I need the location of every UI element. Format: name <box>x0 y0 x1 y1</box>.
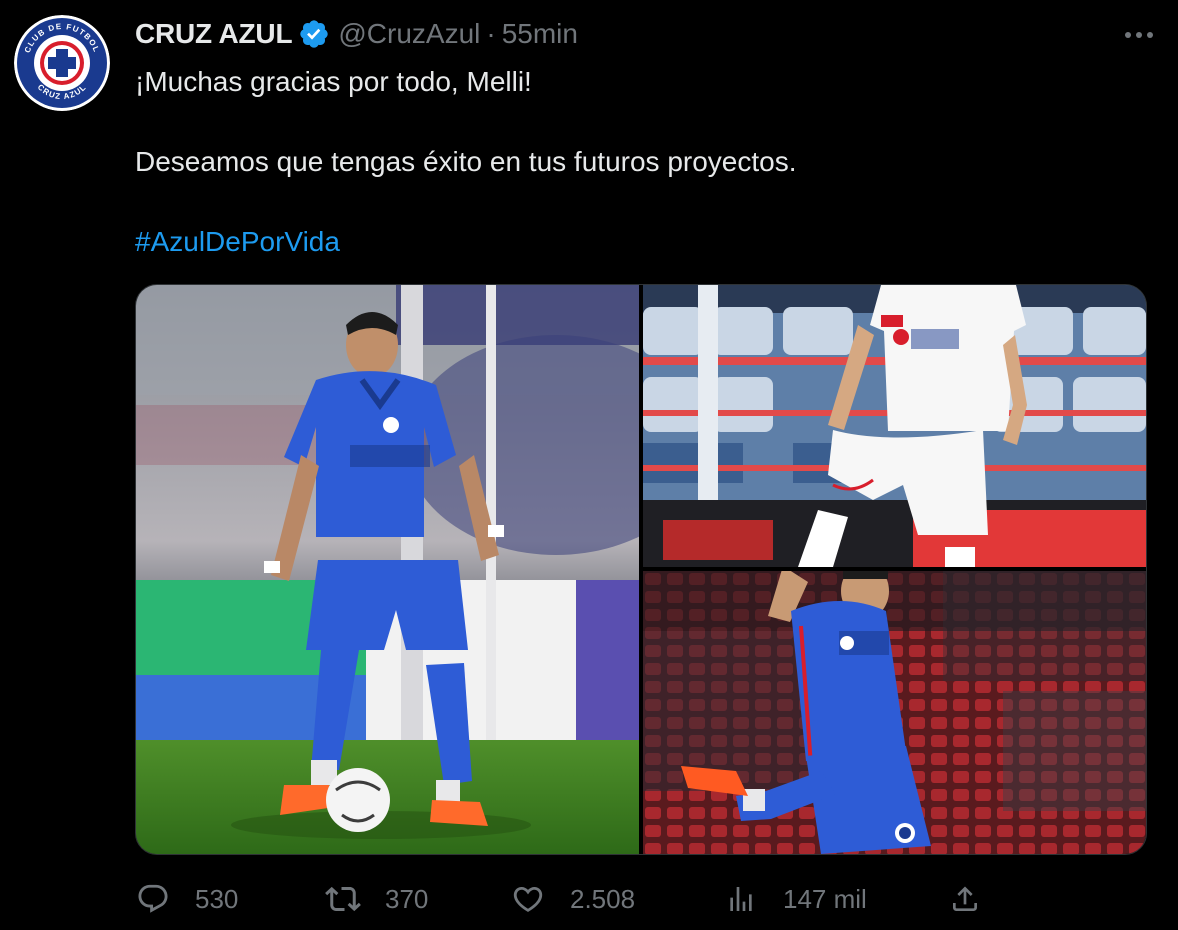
avatar[interactable]: CLUB DE FUTBOL CRUZ AZUL <box>14 15 110 111</box>
reply-icon <box>135 881 171 917</box>
retweet-count: 370 <box>385 883 429 914</box>
like-count: 2.508 <box>570 883 636 914</box>
heart-icon <box>510 881 546 917</box>
retweet-button[interactable]: 370 <box>325 876 428 922</box>
separator-dot: · <box>486 18 496 49</box>
display-name[interactable]: CRUZ AZUL <box>135 18 293 50</box>
reply-button[interactable]: 530 <box>135 876 238 922</box>
tweet-actions: 530 370 2.508 147 mil <box>135 876 1145 922</box>
media-grid <box>135 284 1147 855</box>
cruz-azul-logo-icon: CLUB DE FUTBOL CRUZ AZUL <box>14 15 110 111</box>
views-count: 147 mil <box>783 883 867 914</box>
hashtag-link[interactable]: #AzulDePorVida <box>135 226 340 257</box>
tweet-line-2: Deseamos que tengas éxito en tus futuros… <box>135 146 797 177</box>
like-button[interactable]: 2.508 <box>510 876 635 922</box>
retweet-icon <box>325 881 361 917</box>
more-options-button[interactable] <box>1122 22 1156 48</box>
share-button[interactable] <box>947 876 983 922</box>
media-photo-2[interactable] <box>643 285 1146 567</box>
verified-badge-icon[interactable] <box>298 18 330 50</box>
more-icon <box>1125 32 1153 38</box>
timestamp[interactable]: 55min <box>502 18 578 50</box>
tweet-text: ¡Muchas gracias por todo, Melli! Deseamo… <box>135 62 1135 262</box>
media-photo-3[interactable] <box>643 571 1146 854</box>
media-photo-1[interactable] <box>136 285 639 854</box>
tweet[interactable]: CLUB DE FUTBOL CRUZ AZUL CRUZ AZUL @Cruz… <box>0 0 1178 930</box>
share-icon <box>947 881 983 917</box>
views-icon <box>723 881 759 917</box>
tweet-header: CRUZ AZUL @CruzAzul · 55min <box>135 14 578 54</box>
reply-count: 530 <box>195 883 239 914</box>
views-button[interactable]: 147 mil <box>723 876 867 922</box>
user-handle[interactable]: @CruzAzul <box>338 18 480 50</box>
tweet-line-1: ¡Muchas gracias por todo, Melli! <box>135 66 532 97</box>
